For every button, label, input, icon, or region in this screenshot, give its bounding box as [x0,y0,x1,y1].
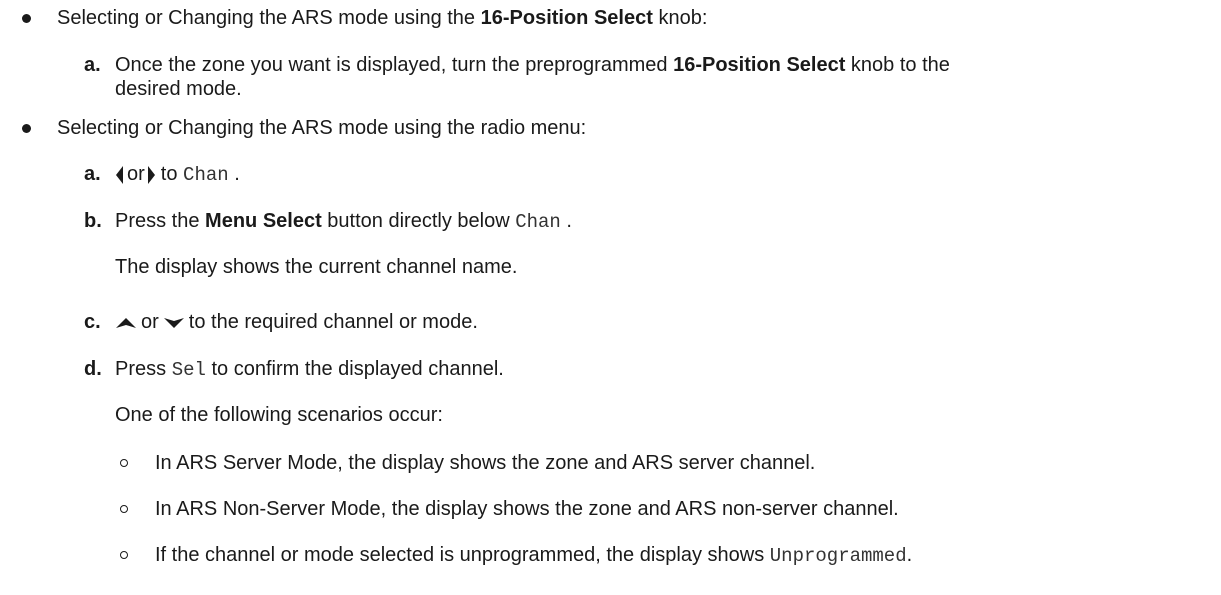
left-arrow-icon [116,165,123,184]
scenario-item-end: . [906,544,913,566]
menu-step-b-code: Chan [515,211,561,233]
menu-step-b-bold: Menu Select [205,210,322,232]
menu-step-c-text: or to the required channel or mode. [115,310,478,334]
menu-step-d-marker: d. [84,358,102,380]
knob-heading-pre: Selecting or Changing the ARS mode using… [57,7,481,29]
scenario-item-code: Unprogrammed [769,545,907,567]
scenario-item-pre: If the channel or mode selected is unpro… [155,544,770,566]
menu-step-b-marker: b. [84,210,102,232]
scenario-bullet [120,551,128,559]
menu-step-c-or: or [141,311,159,333]
up-arrow-icon [116,317,136,328]
knob-step-a-pre: Once the zone you want is displayed, tur… [115,54,674,76]
menu-step-b-end: . [566,210,572,232]
menu-step-c-post: to the required channel or mode. [188,311,478,333]
knob-step-a-bold: 16-Position Select [673,54,846,76]
menu-step-a-end: . [234,163,240,185]
knob-step-a-marker: a. [84,54,101,76]
knob-heading: Selecting or Changing the ARS mode using… [57,6,707,30]
bullet-menu [22,124,31,133]
menu-step-a-or: or [127,163,145,185]
scenario-item: If the channel or mode selected is unpro… [155,543,912,568]
menu-step-a-to: to [160,163,178,185]
menu-step-a-text: or to Chan . [115,162,240,187]
menu-step-a-code: Chan [183,164,229,186]
menu-heading: Selecting or Changing the ARS mode using… [57,117,587,139]
down-arrow-icon [163,317,184,328]
knob-heading-post: knob: [652,7,708,29]
menu-step-a-marker: a. [84,163,101,185]
menu-step-b-pre: Press the [115,210,206,232]
knob-step-a-post: knob to the [845,54,950,76]
menu-step-b-text: Press the Menu Select button directly be… [115,209,572,234]
scenario-item: In ARS Non-Server Mode, the display show… [155,498,899,520]
bullet-knob [22,14,31,23]
menu-step-b-result: The display shows the current channel na… [115,256,518,278]
menu-step-d-code: Sel [171,359,206,381]
menu-step-d-text: Press Sel to confirm the displayed chann… [115,357,504,382]
menu-step-d-result: One of the following scenarios occur: [115,404,443,426]
menu-step-c-marker: c. [84,311,101,333]
menu-step-d-pre: Press [115,358,172,380]
scenario-bullet [120,459,128,467]
menu-step-d-post: to confirm the displayed channel. [205,358,504,380]
knob-heading-bold: 16-Position Select [480,7,653,29]
scenario-bullet [120,505,128,513]
knob-step-a-text: Once the zone you want is displayed, tur… [115,53,950,77]
menu-step-b-mid: button directly below [321,210,516,232]
right-arrow-icon [147,165,155,184]
scenario-item: In ARS Server Mode, the display shows th… [155,452,816,474]
knob-step-a-line2: desired mode. [115,78,242,100]
